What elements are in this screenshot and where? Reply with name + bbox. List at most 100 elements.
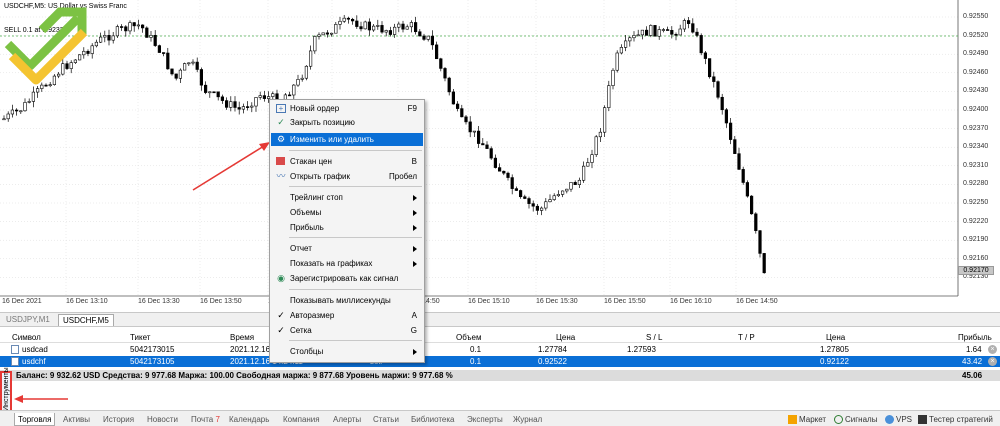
- market-label: Маркет: [799, 415, 827, 424]
- vps-button[interactable]: VPS: [885, 413, 912, 426]
- candle-body: [2, 118, 6, 121]
- candle-body: [325, 32, 330, 35]
- tab-calendar[interactable]: Календарь: [226, 413, 272, 426]
- tab-experts[interactable]: Эксперты: [464, 413, 506, 426]
- col-profit[interactable]: Прибыль: [958, 332, 992, 343]
- candle-body: [246, 106, 250, 108]
- col-symbol[interactable]: Символ: [12, 332, 41, 343]
- tab-history[interactable]: История: [100, 413, 137, 426]
- tab-mail[interactable]: Почта 7: [188, 413, 223, 426]
- cell-symbol: usdcad: [22, 345, 48, 354]
- candle-body: [313, 36, 317, 52]
- candle-body: [430, 35, 435, 46]
- table-row[interactable]: usdcad 5042173015 2021.12.16 14:21:58 bu…: [0, 344, 1000, 355]
- price-axis-label: 0.92370: [963, 124, 989, 132]
- chart-tab-usdchf[interactable]: USDCHF,M5: [58, 314, 114, 326]
- new-order-icon: +: [276, 104, 286, 113]
- menu-item-modify-delete[interactable]: ⚙ Изменить или удалить: [271, 133, 423, 146]
- menu-item-autosize[interactable]: ✓ Авторазмер A: [271, 309, 423, 322]
- menu-item-new-order[interactable]: + Новый ордер F9: [271, 102, 423, 115]
- submenu-arrow-icon: [413, 261, 417, 267]
- candle-body: [443, 68, 447, 79]
- price-chart[interactable]: USDCHF,M5: US Dollar vs Swiss Franc SELL…: [0, 0, 1000, 312]
- col-tp[interactable]: T / P: [738, 332, 755, 343]
- candle-body: [162, 52, 166, 54]
- menu-separator: [289, 340, 422, 341]
- menu-item-open-chart[interactable]: 〰 Открыть график Пробел: [271, 170, 423, 183]
- menu-item-report[interactable]: Отчет: [271, 242, 423, 255]
- tab-trade[interactable]: Торговля: [14, 413, 56, 426]
- tab-news[interactable]: Новости: [144, 413, 181, 426]
- candle-body: [586, 162, 590, 167]
- candle-body: [376, 25, 380, 27]
- context-menu: + Новый ордер F9 ✓ Закрыть позицию ⚙ Изм…: [269, 99, 425, 363]
- menu-item-show-on-charts[interactable]: Показать на графиках: [271, 257, 423, 270]
- tab-assets[interactable]: Активы: [60, 413, 93, 426]
- price-axis-label: 0.92550: [963, 13, 989, 20]
- candle-body: [560, 190, 565, 195]
- market-button[interactable]: Маркет: [788, 413, 826, 426]
- signals-label: Сигналы: [845, 415, 878, 424]
- price-axis-label: 0.92490: [963, 50, 989, 58]
- col-cur-price[interactable]: Цена: [826, 332, 845, 343]
- table-row-selected[interactable]: usdchf 5042173105 2021.12.16 14:24:11 se…: [0, 356, 1000, 367]
- candle-body: [216, 91, 220, 98]
- close-position-icon[interactable]: ×: [988, 357, 997, 366]
- menu-item-register-signal[interactable]: ◉ Зарегистрировать как сигнал: [271, 272, 423, 285]
- col-ticket[interactable]: Тикет: [130, 332, 150, 343]
- strategy-tester-button[interactable]: Тестер стратегий: [918, 413, 993, 426]
- candle-body: [703, 52, 707, 59]
- cell-price: 1.27784: [538, 345, 567, 354]
- candle-body: [573, 182, 577, 185]
- toolbox-tabs: Торговля Активы История Новости Почта 7 …: [0, 410, 1000, 426]
- menu-item-depth-of-market[interactable]: Стакан цен B: [271, 155, 423, 168]
- submenu-arrow-icon: [413, 195, 417, 201]
- candle-body: [99, 36, 103, 43]
- col-sl[interactable]: S / L: [646, 332, 662, 343]
- menu-item-show-milliseconds[interactable]: Показывать миллисекунды: [271, 294, 423, 307]
- col-time[interactable]: Время: [230, 332, 254, 343]
- cell-sl: 1.27593: [627, 345, 656, 354]
- toolbox-toggle[interactable]: Инструменты: [0, 367, 12, 414]
- candle-body: [724, 109, 728, 124]
- menu-item-columns[interactable]: Столбцы: [271, 345, 423, 358]
- mail-badge: 7: [215, 415, 220, 424]
- col-price[interactable]: Цена: [556, 332, 575, 343]
- candle-body: [712, 76, 716, 82]
- candle-body: [296, 79, 300, 86]
- menu-item-volumes[interactable]: Объемы: [271, 206, 423, 219]
- candle-body: [329, 32, 334, 35]
- candle-body: [363, 21, 367, 30]
- time-axis-label: 16 Dec 2021: [2, 298, 42, 305]
- candle-body: [506, 172, 510, 178]
- candle-body: [699, 35, 703, 54]
- check-icon: ✓: [277, 310, 285, 320]
- candle-body: [15, 109, 19, 112]
- tab-library[interactable]: Библиотека: [408, 413, 458, 426]
- chart-tab-usdjpy[interactable]: USDJPY,M1: [2, 314, 54, 326]
- menu-item-profit[interactable]: Прибыль: [271, 221, 423, 234]
- menu-item-close-position[interactable]: ✓ Закрыть позицию: [271, 116, 423, 129]
- candle-body: [262, 95, 267, 99]
- candle-body: [728, 122, 733, 140]
- strategy-tester-label: Тестер стратегий: [929, 415, 993, 424]
- tab-alerts[interactable]: Алерты: [330, 413, 364, 426]
- candle-body: [577, 179, 581, 185]
- candle-body: [514, 188, 518, 191]
- tab-articles[interactable]: Статьи: [370, 413, 402, 426]
- col-volume[interactable]: Объем: [456, 332, 482, 343]
- candle-body: [342, 17, 346, 22]
- menu-item-grid[interactable]: ✓ Сетка G: [271, 324, 423, 337]
- candle-body: [628, 37, 632, 42]
- tab-journal[interactable]: Журнал: [510, 413, 545, 426]
- candle-body: [745, 182, 749, 197]
- close-position-icon[interactable]: ×: [988, 345, 997, 354]
- tab-company[interactable]: Компания: [280, 413, 323, 426]
- candle-body: [581, 165, 586, 181]
- vps-icon: [885, 415, 894, 425]
- signals-button[interactable]: Сигналы: [834, 413, 877, 426]
- cell-symbol: usdchf: [22, 357, 46, 366]
- candle-body: [754, 213, 758, 231]
- chart-canvas[interactable]: [0, 0, 1000, 312]
- menu-item-trailing-stop[interactable]: Трейлинг стоп: [271, 191, 423, 204]
